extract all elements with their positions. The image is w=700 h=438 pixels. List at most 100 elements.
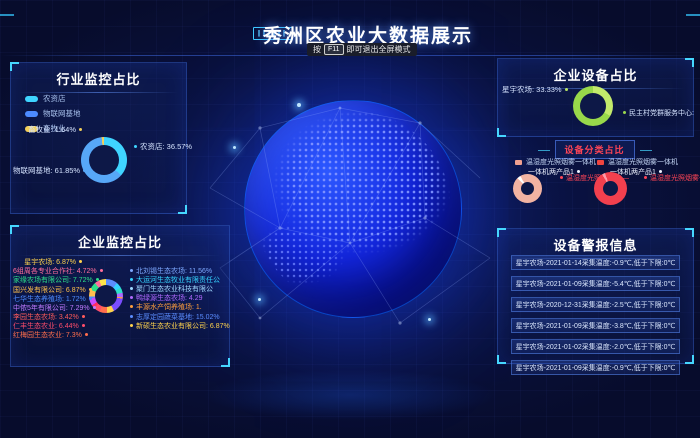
chart-callout: 温湿度光照烟雾一— [641,174,700,183]
chart-callout: 七华生态养殖场: 1.72% [13,295,85,304]
panel-title: 企业监控占比 [11,226,229,251]
alarm-row: 星宇农场-2021-01-02采集温度:-2.0℃,低于下限:0℃ [511,339,680,354]
panel-title: 设备警报信息 [498,229,693,254]
alarm-row: 星宇农场-2020-12-31采集温度:-2.5℃,低于下限:0℃ [511,297,680,312]
edge-tick-right [686,14,700,16]
glow-particle [428,318,431,321]
device-ratio-donut-chart[interactable] [573,86,613,126]
globe-visualization [244,100,462,318]
callout-dot [577,170,580,173]
panel-enterprise-monitor: 企业监控占比 星宇农场: 6.87% 6组周各专业合作社: 4.72% 家缘农场… [10,225,230,367]
hint-suffix: 即可退出全屏模式 [347,44,411,55]
chart-callout: 中侬5年有限公司: 7.29% [13,304,85,313]
alarm-list: 星宇农场-2021-01-14采集温度:-0.9℃,低于下限:0℃ 星宇农场-2… [511,255,680,381]
device-class-donut-right[interactable] [594,172,627,205]
legend-swatch[interactable] [597,160,604,165]
legend-label: 温湿度光照烟雾一体机 [526,158,596,167]
chart-callout: 鸭绿源生态农场: 4.29 [127,294,203,303]
callout-dot [130,278,133,281]
corner-decoration [497,128,506,137]
chart-callout: 丰源水产饲养殖场: 1. [127,303,202,312]
callout-dot [130,315,133,318]
callout-dot [130,287,133,290]
callout-dot [644,176,647,179]
chart-callout: 国兴发有限公司: 6.87% [13,286,85,295]
corner-decoration [685,228,694,237]
globe-dot-continents-secondary [255,111,451,307]
chart-callout: 民主村党群服务中心: [620,109,694,118]
alarm-row: 星宇农场-2021-01-09采集温度:-3.8℃,低于下限:0℃ [511,318,680,333]
callout-dot [134,145,137,148]
legend-swatch [25,111,38,117]
corner-decoration [178,205,187,214]
chart-callout: 志厚定园蔬菜基地: 15.02% [127,313,220,322]
panel-device-ratio: 企业设备占比 星宇农场: 33.33% 民主村党群服务中心: [497,58,694,137]
callout-dot [85,333,88,336]
chart-callout: 物联网基地: 61.85% [13,166,71,175]
alarm-row: 星宇农场-2021-01-14采集温度:-0.9℃,低于下限:0℃ [511,255,680,270]
section-device-classification: 设备分类占比 温湿度光照烟雾一体机 一体机两产品1 温湿度光照烟雾一— 温湿度光… [497,140,692,225]
callout-dot [130,324,133,327]
chart-callout: 仁丰生态农业: 6.44% [13,322,85,331]
chart-callout: 大运河生态牧业有限责任公 [127,276,220,285]
callout-dot [79,260,82,263]
callout-dot [82,324,85,327]
chart-callout: 北刘锡生态农场: 11.56% [127,267,212,276]
edge-tick-left [0,14,14,16]
f11-key-badge: F11 [324,44,344,55]
corner-decoration [497,228,506,237]
device-class-donut-left[interactable] [513,174,542,203]
glow-particle [297,103,301,107]
chart-callout: 6组周各专业合作社: 4.72% [13,267,85,276]
callout-dot [565,88,568,91]
legend-swatch[interactable] [515,160,522,165]
chart-callout: 星宇农场: 33.33% [502,85,562,94]
corner-decoration [10,225,19,234]
callout-dot [79,128,82,131]
chart-callout: 聚门生态农业科技有限公 [127,285,213,294]
panel-title: 企业设备占比 [498,59,693,84]
corner-decoration [685,355,694,364]
legend-swatch [25,96,38,102]
floor-glow [140,355,560,435]
chart-callout: 新硕生态农业有限公司: 6.87% [127,322,230,331]
chart-callout: 畜牧业: 1.64% [25,125,85,134]
callout-dot [93,306,96,309]
corner-decoration [497,355,506,364]
hint-prefix: 按 [313,44,321,55]
callout-dot [623,111,626,114]
chart-callout: 农资店: 36.57% [131,142,192,151]
callout-dot [82,315,85,318]
chart-callout: 星宇农场: 6.87% [13,258,85,267]
panel-industry-monitor: 行业监控占比 农资店 物联网基地 畜牧业 畜牧业: 1.64% 农资店: 36.… [10,62,187,214]
legend-item[interactable]: 物联网基地 [25,108,81,119]
callout-dot [560,176,563,179]
dashboard: 秀洲区农业大数据展示 按 F11 即可退出全屏模式 行业监控占比 农资店 物联网… [0,0,700,438]
panel-title: 行业监控占比 [11,63,186,88]
corner-decoration [685,58,694,67]
callout-dot [96,278,99,281]
industry-donut-chart[interactable] [81,137,127,183]
callout-dot [89,288,92,291]
callout-dot [130,305,133,308]
legend-label: 温湿度光照烟雾一体机 [608,158,678,167]
glow-particle [233,146,236,149]
alarm-row: 星宇农场-2021-01-09采集温度:-5.4℃,低于下限:0℃ [511,276,680,291]
legend-label: 物联网基地 [43,108,81,119]
legend-label: 农资店 [43,93,66,104]
panel-device-alarms: 设备警报信息 星宇农场-2021-01-14采集温度:-0.9℃,低于下限:0℃… [497,228,694,364]
title-underline [19,255,221,256]
corner-decoration [10,62,19,71]
callout-dot [130,296,133,299]
alarm-row: 星宇农场-2021-01-09采集温度:-0.9℃,低于下限:0℃ [511,360,680,375]
corner-decoration [221,358,230,367]
chart-callout: 家缘农场有限公司: 7.72% [13,276,85,285]
callout-dot [89,297,92,300]
chart-callout: 红梅园生态农业: 7.3% [13,331,85,340]
callout-dot [659,170,662,173]
legend-item[interactable]: 农资店 [25,93,81,104]
fullscreen-exit-hint: 按 F11 即可退出全屏模式 [307,43,417,56]
callout-dot [100,269,103,272]
glow-particle [258,298,261,301]
callout-dot [130,269,133,272]
